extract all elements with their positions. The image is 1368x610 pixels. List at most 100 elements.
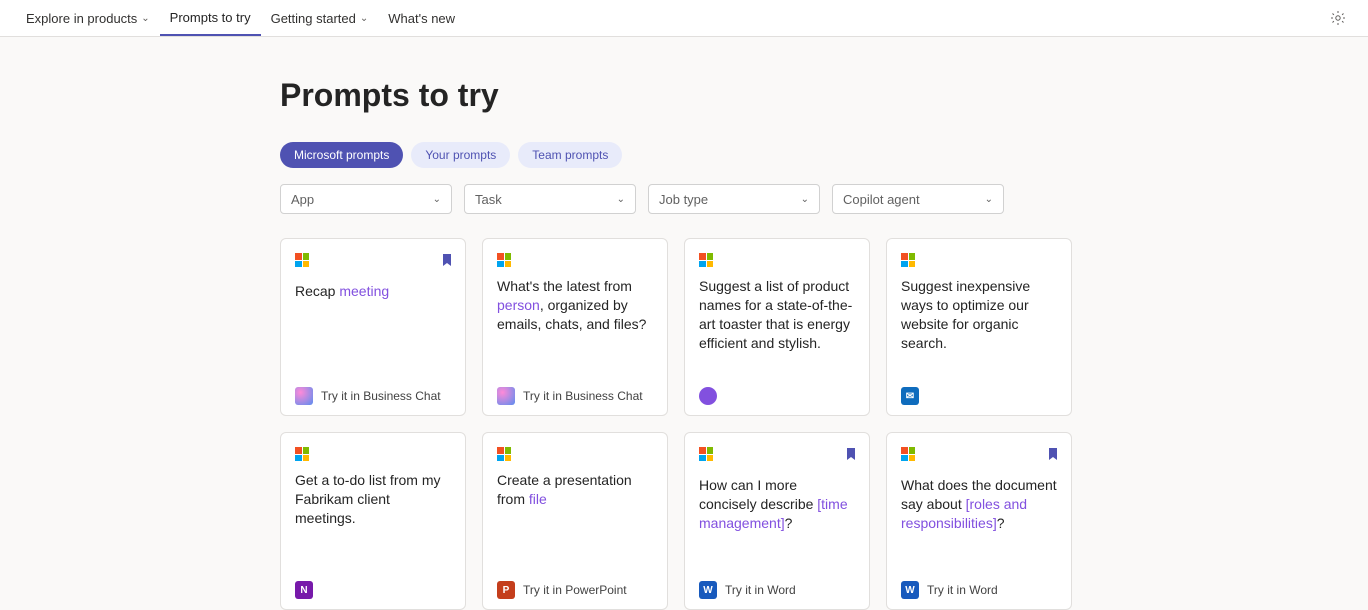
bookmark-icon[interactable]: [845, 447, 857, 466]
filter-label: Copilot agent: [843, 192, 920, 207]
prompt-card[interactable]: How can I more concisely describe [time …: [684, 432, 870, 610]
prompt-source-tabs: Microsoft prompts Your prompts Team prom…: [280, 142, 1368, 168]
prompt-card[interactable]: Get a to-do list from my Fabrikam client…: [280, 432, 466, 610]
try-it-link[interactable]: Try it in Word: [927, 583, 998, 597]
microsoft-logo-icon: [295, 447, 309, 461]
top-nav: Explore in products ⌄ Prompts to try Get…: [0, 0, 1368, 37]
card-header: [699, 447, 857, 466]
card-header: [497, 253, 655, 267]
card-header: [699, 253, 857, 267]
filter-row: App ⌄ Task ⌄ Job type ⌄ Copilot agent ⌄: [280, 184, 1368, 214]
bookmark-icon[interactable]: [441, 253, 453, 272]
card-footer: W Try it in Word: [901, 581, 1059, 599]
app-icon: W: [901, 581, 919, 599]
prompt-pre: Recap: [295, 283, 339, 299]
nav-label: What's new: [388, 11, 455, 26]
gear-icon: [1330, 10, 1346, 26]
try-it-link[interactable]: Try it in Business Chat: [321, 389, 441, 403]
app-icon: W: [699, 581, 717, 599]
card-footer: [699, 387, 857, 405]
main-content: Prompts to try Microsoft prompts Your pr…: [0, 37, 1368, 610]
card-header: [295, 447, 453, 461]
card-footer: Try it in Business Chat: [497, 387, 655, 405]
prompt-post: ?: [785, 515, 793, 531]
microsoft-logo-icon: [901, 447, 915, 461]
prompt-placeholder: meeting: [339, 283, 389, 299]
prompt-text: Suggest a list of product names for a st…: [699, 277, 857, 353]
prompt-text: Recap meeting: [295, 282, 453, 301]
microsoft-logo-icon: [699, 253, 713, 267]
filter-app[interactable]: App ⌄: [280, 184, 452, 214]
filter-task[interactable]: Task ⌄: [464, 184, 636, 214]
try-it-link[interactable]: Try it in Business Chat: [523, 389, 643, 403]
app-icon: ✉: [901, 387, 919, 405]
prompt-placeholder: person: [497, 297, 540, 313]
tab-team-prompts[interactable]: Team prompts: [518, 142, 622, 168]
prompt-card-grid: Recap meeting Try it in Business Chat What…: [280, 238, 1368, 610]
nav-label: Explore in products: [26, 11, 137, 26]
tab-your-prompts[interactable]: Your prompts: [411, 142, 510, 168]
prompt-card[interactable]: What's the latest from person, organized…: [482, 238, 668, 416]
prompt-card[interactable]: Suggest a list of product names for a st…: [684, 238, 870, 416]
prompt-pre: What's the latest from: [497, 278, 632, 294]
try-it-link[interactable]: Try it in Word: [725, 583, 796, 597]
prompt-pre: Suggest inexpensive ways to optimize our…: [901, 278, 1030, 351]
prompt-card[interactable]: What does the document say about [roles …: [886, 432, 1072, 610]
prompt-pre: Suggest a list of product names for a st…: [699, 278, 852, 351]
card-footer: ✉: [901, 387, 1059, 405]
app-icon: [497, 387, 515, 405]
microsoft-logo-icon: [497, 447, 511, 461]
card-header: [497, 447, 655, 461]
prompt-pre: Create a presentation from: [497, 472, 632, 507]
microsoft-logo-icon: [901, 253, 915, 267]
page-title: Prompts to try: [280, 77, 1368, 114]
microsoft-logo-icon: [295, 253, 309, 267]
card-footer: P Try it in PowerPoint: [497, 581, 655, 599]
chevron-down-icon: ⌄: [141, 13, 149, 24]
chevron-down-icon: ⌄: [617, 194, 625, 205]
chevron-down-icon: ⌄: [801, 194, 809, 205]
card-footer: Try it in Business Chat: [295, 387, 453, 405]
prompt-card[interactable]: Create a presentation from file P Try it i…: [482, 432, 668, 610]
prompt-card[interactable]: Suggest inexpensive ways to optimize our…: [886, 238, 1072, 416]
prompt-text: Create a presentation from file: [497, 471, 655, 509]
chevron-down-icon: ⌄: [985, 194, 993, 205]
settings-button[interactable]: [1324, 4, 1352, 32]
filter-jobtype[interactable]: Job type ⌄: [648, 184, 820, 214]
nav-prompts-to-try[interactable]: Prompts to try: [160, 0, 261, 36]
prompt-text: Get a to-do list from my Fabrikam client…: [295, 471, 453, 528]
app-icon: [699, 387, 717, 405]
nav-label: Getting started: [271, 11, 356, 26]
filter-copilot-agent[interactable]: Copilot agent ⌄: [832, 184, 1004, 214]
card-footer: N: [295, 581, 453, 599]
nav-whats-new[interactable]: What's new: [378, 0, 465, 36]
prompt-text: Suggest inexpensive ways to optimize our…: [901, 277, 1059, 353]
nav-getting-started[interactable]: Getting started ⌄: [261, 0, 379, 36]
chevron-down-icon: ⌄: [433, 194, 441, 205]
prompt-pre: Get a to-do list from my Fabrikam client…: [295, 472, 440, 526]
card-header: [295, 253, 453, 272]
filter-label: Job type: [659, 192, 708, 207]
card-header: [901, 253, 1059, 267]
prompt-placeholder: file: [529, 491, 547, 507]
app-icon: P: [497, 581, 515, 599]
nav-explore-products[interactable]: Explore in products ⌄: [16, 0, 160, 36]
app-icon: [295, 387, 313, 405]
prompt-text: What's the latest from person, organized…: [497, 277, 655, 334]
chevron-down-icon: ⌄: [360, 13, 368, 24]
prompt-text: What does the document say about [roles …: [901, 476, 1059, 533]
card-header: [901, 447, 1059, 466]
try-it-link[interactable]: Try it in PowerPoint: [523, 583, 627, 597]
prompt-pre: How can I more concisely describe: [699, 477, 817, 512]
bookmark-icon[interactable]: [1047, 447, 1059, 466]
card-footer: W Try it in Word: [699, 581, 857, 599]
app-icon: N: [295, 581, 313, 599]
prompt-post: ?: [997, 515, 1005, 531]
filter-label: Task: [475, 192, 502, 207]
nav-label: Prompts to try: [170, 10, 251, 25]
microsoft-logo-icon: [497, 253, 511, 267]
prompt-card[interactable]: Recap meeting Try it in Business Chat: [280, 238, 466, 416]
filter-label: App: [291, 192, 314, 207]
tab-microsoft-prompts[interactable]: Microsoft prompts: [280, 142, 403, 168]
prompt-text: How can I more concisely describe [time …: [699, 476, 857, 533]
